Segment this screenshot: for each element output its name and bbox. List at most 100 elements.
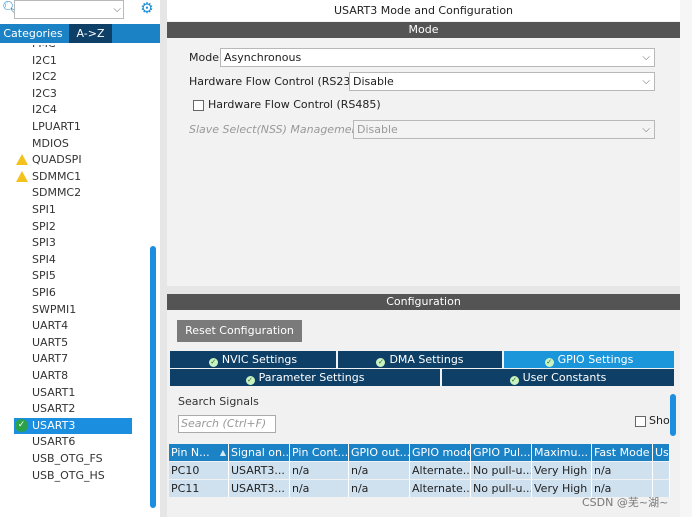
slave-select-select: Disable ⌵ xyxy=(353,120,655,139)
tab-a-z[interactable]: A->Z xyxy=(69,24,112,43)
table-cell-maximum-speed: Very High xyxy=(532,462,592,479)
peripheral-item-usart3[interactable]: ✓ USART3 xyxy=(14,417,132,434)
peripheral-item-sdmmc2[interactable]: SDMMC2 xyxy=(14,185,132,201)
configuration-section-header: Configuration xyxy=(167,294,680,310)
peripheral-item-label: UART8 xyxy=(32,369,69,382)
peripheral-item-i2c3[interactable]: I2C3 xyxy=(14,86,132,102)
signal-search-input[interactable] xyxy=(179,416,275,430)
column-header-pin-name[interactable]: Pin N... ▲ xyxy=(169,444,229,461)
peripheral-item-uart8[interactable]: UART8 xyxy=(14,368,132,384)
mode-select[interactable]: Asynchronous ⌵ xyxy=(220,48,655,67)
right-scrollbar-thumb[interactable] xyxy=(670,394,676,436)
tab-nvic-settings[interactable]: ✓ NVIC Settings xyxy=(170,351,336,368)
peripheral-item-label: UART7 xyxy=(32,352,69,366)
section-splitter[interactable] xyxy=(167,286,680,294)
peripheral-item-spi5[interactable]: SPI5 xyxy=(14,268,132,284)
tab-parameter-settings[interactable]: ✓ Parameter Settings xyxy=(170,369,440,386)
peripheral-item-label: SWPMI1 xyxy=(32,302,77,316)
peripheral-item-lpuart1[interactable]: LPUART1 xyxy=(14,119,132,135)
peripheral-item-label: USART6 xyxy=(32,435,76,449)
hwflow-rs232-value: Disable xyxy=(353,75,394,88)
peripheral-item-label: LPUART1 xyxy=(32,120,81,133)
show-checkbox[interactable] xyxy=(635,416,646,427)
peripheral-item-label: SPI1 xyxy=(32,203,56,216)
peripheral-item-i2c4[interactable]: I2C4 xyxy=(14,102,132,118)
peripheral-search-field[interactable]: ⌵ xyxy=(14,0,124,19)
hwflow-rs232-select[interactable]: Disable ⌵ xyxy=(349,72,655,91)
peripheral-item-i2c2[interactable]: I2C2 xyxy=(14,69,132,85)
tab-label: User Constants xyxy=(522,371,607,384)
slave-select-label: Slave Select(NSS) Management xyxy=(189,123,363,136)
tab-gpio-settings[interactable]: ✓ GPIO Settings xyxy=(504,351,674,368)
tab-categories[interactable]: Categories xyxy=(0,24,66,43)
column-header-gpio-mode[interactable]: GPIO mode xyxy=(410,444,471,461)
peripheral-item-uart5[interactable]: UART5 xyxy=(14,335,132,351)
peripheral-item-spi6[interactable]: SPI6 xyxy=(14,285,132,301)
peripheral-item-spi2[interactable]: SPI2 xyxy=(14,219,132,235)
peripheral-item-spi3[interactable]: SPI3 xyxy=(14,235,132,251)
column-header-signal[interactable]: Signal on... xyxy=(229,444,290,461)
peripheral-item-fmc[interactable]: FMC xyxy=(14,45,132,52)
column-header-user-label[interactable]: Us xyxy=(653,444,670,461)
column-header-fast-mode[interactable]: Fast Mode xyxy=(592,444,653,461)
chevron-down-icon: ⌵ xyxy=(642,124,650,135)
tab-label: Parameter Settings xyxy=(258,371,365,384)
peripheral-item-label: FMC xyxy=(32,45,56,52)
column-header-label: GPIO out... xyxy=(351,446,410,459)
check-circle-icon: ✓ xyxy=(208,358,218,367)
table-cell-user-label xyxy=(653,462,670,479)
peripheral-item-label: I2C4 xyxy=(32,103,57,117)
peripheral-item-i2c1[interactable]: I2C1 xyxy=(14,53,132,69)
column-header-label: Maximu... xyxy=(534,446,588,459)
peripheral-item-spi4[interactable]: SPI4 xyxy=(14,252,132,268)
column-header-gpio-pull[interactable]: GPIO Pul... xyxy=(471,444,532,461)
mode-label: Mode xyxy=(189,51,219,64)
peripheral-item-label: SPI5 xyxy=(32,269,56,283)
rs485-checkbox[interactable] xyxy=(193,100,204,111)
table-cell-signal: USART3... xyxy=(229,462,290,479)
peripheral-item-spi1[interactable]: SPI1 xyxy=(14,202,132,218)
table-cell-gpio-pull: No pull-u... xyxy=(471,462,532,479)
tab-dma-settings[interactable]: ✓ DMA Settings xyxy=(338,351,502,368)
mode-section: Mode Asynchronous ⌵ Hardware Flow Contro… xyxy=(167,38,680,286)
peripheral-item-usart6[interactable]: USART6 xyxy=(14,434,132,450)
reset-configuration-button[interactable]: Reset Configuration xyxy=(177,320,302,342)
column-header-label: GPIO mode xyxy=(412,446,471,459)
table-cell-pin-context: n/a xyxy=(290,480,349,497)
sort-ascending-icon: ▲ xyxy=(219,448,226,457)
peripheral-item-label: UART5 xyxy=(32,335,69,349)
peripheral-item-uart7[interactable]: UART7 xyxy=(14,351,132,367)
peripheral-item-sdmmc1[interactable]: SDMMC1 xyxy=(14,169,132,185)
peripheral-item-mdios[interactable]: MDIOS xyxy=(14,136,132,152)
column-header-maximum-speed[interactable]: Maximu... xyxy=(532,444,592,461)
peripheral-item-uart4[interactable]: UART4 xyxy=(14,318,132,334)
peripheral-item-usb_otg_fs[interactable]: USB_OTG_FS xyxy=(14,451,132,467)
column-header-label: GPIO Pul... xyxy=(473,446,531,459)
column-header-label: Signal on... xyxy=(231,446,290,459)
table-row[interactable]: PC10 USART3... n/a n/a Alternate... No pull-u… xyxy=(169,462,670,479)
peripheral-panel: 🔍︎ ⌵ ⚙ Categories A->Z FMCI2C1I2C2I2C3I2… xyxy=(0,0,161,517)
table-cell-pin-context: n/a xyxy=(290,462,349,479)
column-header-gpio-output[interactable]: GPIO out... xyxy=(349,444,410,461)
panel-splitter[interactable] xyxy=(160,0,167,517)
tab-label: NVIC Settings xyxy=(221,353,298,366)
signal-search-field[interactable] xyxy=(178,415,276,433)
peripheral-item-usart2[interactable]: USART2 xyxy=(14,401,132,417)
column-header-label: Pin N... xyxy=(171,446,210,459)
gear-icon[interactable]: ⚙ xyxy=(139,0,155,17)
peripheral-item-usb_otg_hs[interactable]: USB_OTG_HS xyxy=(14,468,132,484)
watermark: CSDN @芜~湖~ xyxy=(582,496,669,509)
chevron-down-icon[interactable]: ⌵ xyxy=(113,1,121,18)
peripheral-item-usart1[interactable]: USART1 xyxy=(14,385,132,401)
peripheral-item-quadspi[interactable]: QUADSPI xyxy=(14,152,132,168)
peripheral-list: FMCI2C1 I2C2 I2C3 I2C4 LPUART1 MDIOS QUADSPI SD… xyxy=(0,45,148,517)
right-scrollbar-track[interactable] xyxy=(680,0,692,517)
column-header-pin-context[interactable]: Pin Cont... xyxy=(290,444,349,461)
peripheral-list-scrollbar[interactable] xyxy=(150,246,156,508)
peripheral-search-input[interactable] xyxy=(15,1,107,16)
tab-user-constants[interactable]: ✓ User Constants xyxy=(442,369,674,386)
peripheral-item-swpmi1[interactable]: SWPMI1 xyxy=(14,302,132,318)
check-circle-icon: ✓ xyxy=(544,358,554,367)
mode-select-value: Asynchronous xyxy=(224,51,302,64)
slave-select-value: Disable xyxy=(357,123,398,136)
